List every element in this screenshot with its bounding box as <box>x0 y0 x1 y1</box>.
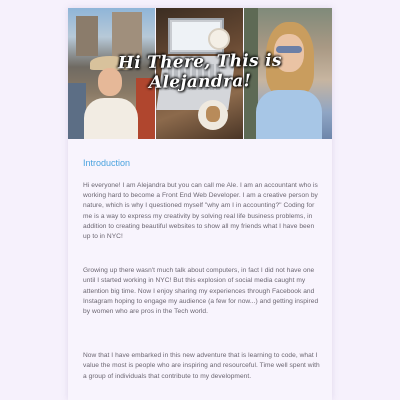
intro-paragraph: Now that I have embarked in this new adv… <box>83 352 320 380</box>
building-shape <box>76 16 98 56</box>
intro-heading: Introduction <box>83 158 131 168</box>
intro-paragraph: Growing up there wasn't much talk about … <box>83 267 319 316</box>
top-shape <box>256 90 322 139</box>
intro-section: Introduction Hi everyone! I am Alejandra… <box>83 158 323 382</box>
cup-shape <box>208 28 230 50</box>
hero-title: Hi There, This is Alejandra! <box>117 50 282 93</box>
hero-banner: Hi There, This is Alejandra! <box>68 8 332 139</box>
building-shape <box>112 12 142 58</box>
profile-card: Hi There, This is Alejandra! Introductio… <box>68 8 332 400</box>
page-background: Hi There, This is Alejandra! Introductio… <box>0 0 400 400</box>
intro-paragraph: Hi everyone! I am Alejandra but you can … <box>83 182 318 241</box>
shirt-shape <box>84 98 138 139</box>
food-shape <box>206 106 220 122</box>
